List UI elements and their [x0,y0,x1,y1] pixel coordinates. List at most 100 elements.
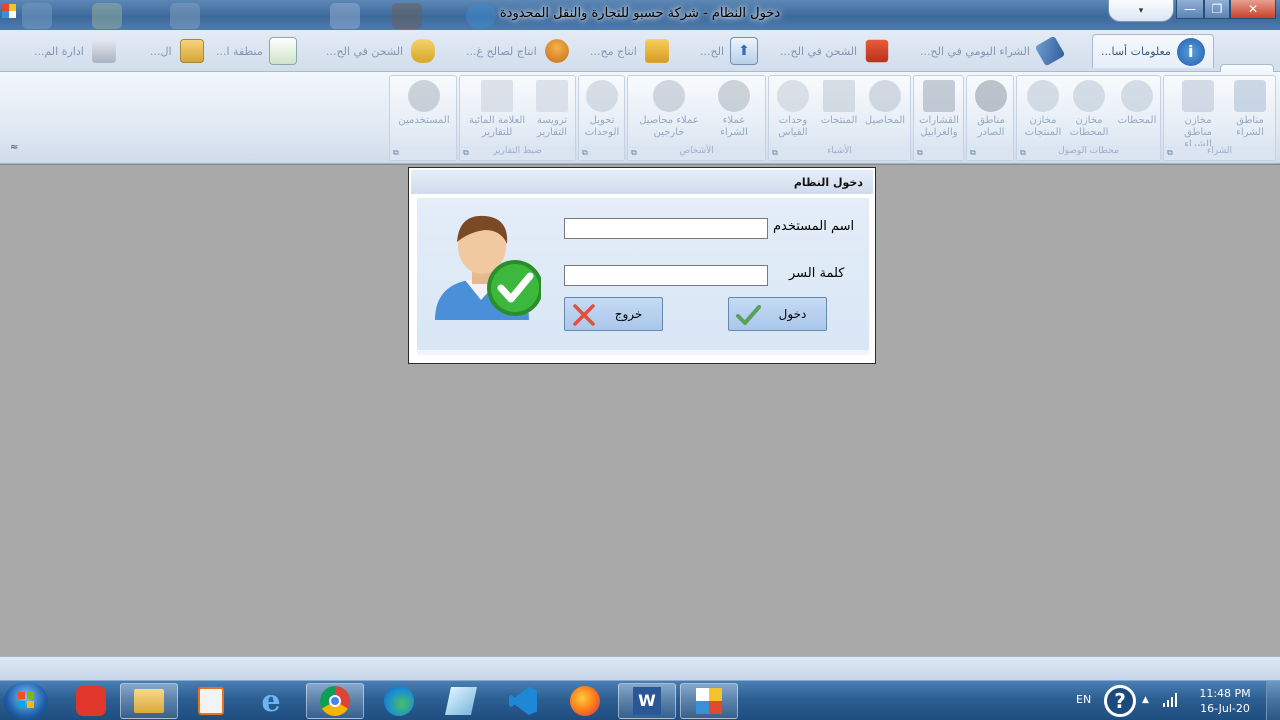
login-button[interactable]: دخول [728,297,827,331]
tab-shipping[interactable]: الشحن في الح... [780,34,891,68]
camera-app-icon [76,686,106,716]
windows-logo-icon [18,692,34,708]
crops-button[interactable]: المحاصيل [863,78,907,144]
close-button[interactable]: ✕ [1230,0,1276,19]
password-input[interactable] [564,265,768,286]
refresh-icon [586,80,618,112]
tab-label: الشحن في الح... [780,44,858,58]
taskbar-media-player[interactable] [182,683,240,719]
group-launcher-icon[interactable]: ⧉ [970,148,976,158]
report-header-button[interactable]: ترويسة التقارير [530,78,574,144]
tab-admin[interactable]: ادارة الم... [34,34,118,68]
products-button[interactable]: المنتجات [817,78,861,144]
ribbon-group-label: الأشخاص [628,146,765,160]
login-dialog: دخول النظام اسم المستخدم كلمة السر دخول … [408,167,876,364]
tab-label: ال... [150,44,172,58]
document-icon [536,80,568,112]
settings-grid-icon [91,39,116,63]
chrome-icon [320,686,350,716]
app-icon[interactable] [2,4,16,18]
ribbon-group-label: ضبط التقارير [460,146,575,160]
group-launcher-icon[interactable]: ⧉ [1167,148,1173,158]
background-window-icon [330,3,360,29]
media-player-icon [198,687,224,715]
tab-shipping-2[interactable]: الشحن في الح... [326,34,437,68]
stations-button[interactable]: المحطات [1115,78,1159,144]
taskbar-app-icon[interactable] [62,683,120,719]
group-launcher-icon[interactable]: ⧉ [463,148,469,158]
handshake-icon [653,80,685,112]
export-regions-button[interactable]: مناطق الصادر [969,78,1013,144]
exit-button[interactable]: خروج [564,297,663,331]
help-icon[interactable]: ? [1104,685,1136,717]
purchase-region-stores-button[interactable]: مخازن مناطق الشراء [1176,78,1220,150]
ribbon-group-label: محطات الوصول [1017,146,1160,160]
taskbar-word[interactable]: W [618,683,676,719]
group-launcher-icon[interactable]: ⧉ [582,148,588,158]
tab-stock[interactable]: ⬆ الح... [700,34,758,68]
show-desktop-button[interactable] [1266,681,1280,720]
product-stores-button[interactable]: مخازن المنتجات [1021,78,1065,144]
taskbar-firefox[interactable] [556,683,614,719]
background-window-icon [22,3,52,29]
system-clock[interactable]: 11:48 PM 16-Jul-20 [1192,686,1258,716]
upload-icon: ⬆ [730,37,758,65]
taskbar-explorer[interactable] [120,683,178,719]
dialog-body-edge [417,350,869,355]
external-crop-clients-button[interactable]: عملاء محاصيل خارجين [634,78,704,144]
purchase-clients-button[interactable]: عملاء الشراء [712,78,756,144]
station-stores-button[interactable]: مخازن المحطات [1067,78,1111,144]
taskbar-internet-explorer[interactable]: e [242,683,300,719]
purchase-regions-button[interactable]: مناطق الشراء [1228,78,1272,144]
network-signal-icon[interactable] [1163,693,1179,707]
taskbar-app[interactable] [432,683,490,719]
ribbon-group-stations: المحطات مخازن المحطات مخازن المنتجات محط… [1016,75,1161,161]
maximize-button[interactable]: ❐ [1204,0,1230,19]
users-button[interactable]: المستخدمين [394,78,454,144]
start-button[interactable] [4,682,48,720]
group-launcher-icon[interactable]: ⧉ [772,148,778,158]
group-launcher-icon[interactable]: ⧉ [1020,148,1026,158]
tab-external-production[interactable]: انتاج لصالح غ... [466,34,571,68]
scale-icon [777,80,809,112]
minimize-button[interactable]: — [1176,0,1204,19]
database-add-icon [411,39,436,63]
tab-label: منطقة ا... [216,44,263,58]
tab-reports[interactable]: ال... [150,34,206,68]
clock-time: 11:48 PM [1199,687,1251,700]
unit-conversion-button[interactable]: تحويل الوحدات [580,78,624,144]
tab-production[interactable]: انتاج مح... [590,34,671,68]
quick-access-dropdown[interactable]: ▾ [1108,0,1174,22]
language-indicator[interactable]: EN [1076,693,1091,706]
barcode-icon [823,80,855,112]
ribbon-tab-bar: ▯▾ i معلومات أسا... الشراء اليومي في الح… [0,30,1280,98]
tab-label: ادارة الم... [34,44,84,58]
dialog-body: اسم المستخدم كلمة السر دخول خروج [417,198,869,355]
ribbon-panel: مناطق الشراء مخازن مناطق الشراء الشراء ⧉… [0,72,1280,164]
people-icon [718,80,750,112]
info-icon: i [1176,37,1205,66]
tab-daily-purchase[interactable]: الشراء اليومي في الح... [920,34,1066,68]
ribbon-group-label: الأشياء [769,146,910,160]
ribbon-group-export: مناطق الصادر ⧉ [966,75,1014,161]
taskbar-edge[interactable] [370,683,428,719]
username-input[interactable] [564,218,768,239]
group-launcher-icon[interactable]: ⧉ [393,148,399,158]
collapse-ribbon-icon[interactable]: ≈ [10,142,18,153]
taskbar-vscode[interactable] [494,683,552,719]
show-hidden-icons-icon[interactable]: ▲ [1142,695,1149,705]
taskbar-chrome[interactable] [306,683,364,719]
exit-button-label: خروج [614,307,643,321]
tab-label: انتاج لصالح غ... [466,44,537,58]
ribbon-group-purchase: مناطق الشراء مخازن مناطق الشراء الشراء ⧉ [1163,75,1276,161]
units-button[interactable]: وحدات القياس [771,78,815,144]
report-watermark-button[interactable]: العلامة المائية للتقارير [464,78,530,144]
tab-basic-info[interactable]: i معلومات أسا... [1092,34,1214,68]
hullers-sieves-button[interactable]: القشارات والغرابيل [917,78,961,144]
tab-region[interactable]: منطقة ا... [216,34,297,68]
username-label: اسم المستخدم [773,219,855,234]
group-launcher-icon[interactable]: ⧉ [917,148,923,158]
group-launcher-icon[interactable]: ⧉ [631,148,637,158]
taskbar-current-app[interactable] [680,683,738,719]
tab-label: الح... [700,44,724,58]
